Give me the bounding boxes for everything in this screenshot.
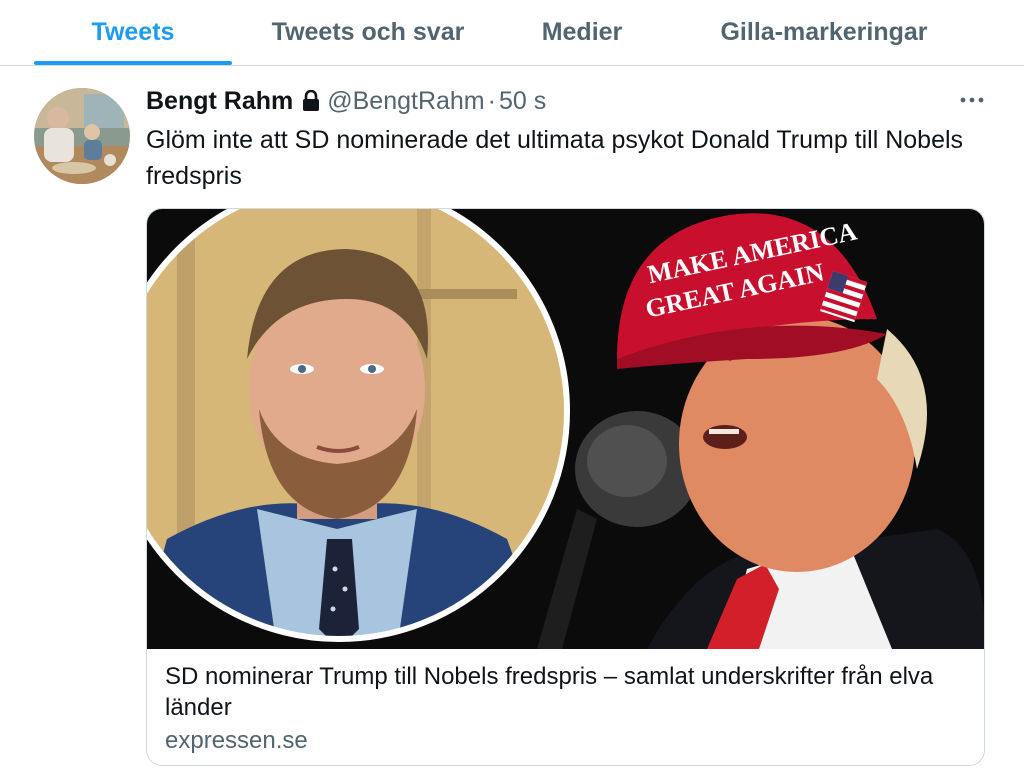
- tab-media-label: Medier: [541, 18, 623, 46]
- author-handle[interactable]: @BengtRahm: [327, 87, 484, 116]
- tab-likes-label: Gilla-markeringar: [720, 18, 928, 46]
- tweet-text: Glöm inte att SD nominerade det ultimata…: [146, 126, 964, 190]
- author-name[interactable]: Bengt Rahm: [146, 87, 293, 116]
- more-dots-icon[interactable]: [952, 86, 992, 114]
- link-card-title: SD nominerar Trump till Nobels fredspris…: [165, 663, 934, 721]
- tab-likes[interactable]: Gilla-markeringar: [698, 0, 950, 65]
- avatar[interactable]: [34, 88, 130, 184]
- tab-tweets-and-replies-label: Tweets och svar: [271, 18, 465, 46]
- tab-tweets-and-replies[interactable]: Tweets och svar: [252, 0, 484, 65]
- profile-tabs: Tweets Tweets och svar Medier Gilla-mark…: [0, 0, 1024, 66]
- tweet-header: Bengt Rahm @BengtRahm · 50 s: [146, 84, 546, 118]
- link-card[interactable]: MAKE AMERICA GREAT AGAIN SD nominerar Tr…: [146, 208, 985, 766]
- lock-icon: [301, 90, 321, 112]
- tab-media[interactable]: Medier: [520, 0, 644, 65]
- tab-tweets-label: Tweets: [91, 18, 175, 46]
- avatar-photo: [34, 88, 130, 184]
- tweet-timestamp[interactable]: 50 s: [499, 87, 546, 116]
- tab-tweets[interactable]: Tweets: [34, 0, 232, 65]
- link-card-image: MAKE AMERICA GREAT AGAIN: [147, 209, 984, 649]
- active-tab-indicator: [34, 61, 232, 65]
- header-separator: ·: [487, 86, 496, 115]
- link-card-domain: expressen.se: [165, 727, 308, 754]
